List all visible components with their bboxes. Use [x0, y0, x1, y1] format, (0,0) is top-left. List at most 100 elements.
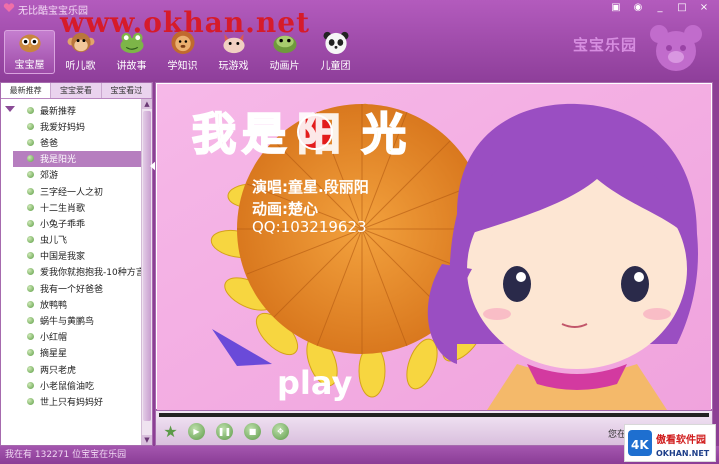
list-item[interactable]: 小兔子乖乖	[13, 215, 141, 231]
bullet-icon	[27, 106, 34, 114]
nav-item-stories[interactable]: 讲故事	[106, 30, 157, 74]
list-item-selected[interactable]: 我是阳光	[13, 150, 141, 167]
nav-label: 听儿歌	[65, 61, 96, 72]
lion-icon	[170, 30, 195, 55]
progress-bar[interactable]	[159, 413, 709, 417]
tab-latest[interactable]: 最新推荐	[1, 83, 52, 98]
bullet-icon	[27, 219, 34, 227]
brand-text: 宝宝乐园	[573, 36, 638, 54]
playlist-tree: 最新推荐 我爱好妈妈 爸爸 我是阳光 郊游 三字经一人之初 十二生肖歌 小兔子乖…	[1, 99, 152, 445]
panda-icon	[323, 31, 348, 55]
bullet-icon	[27, 317, 34, 325]
nav-label: 玩游戏	[218, 61, 249, 72]
bullet-icon	[27, 138, 34, 146]
site-badge: 4K 傲看软件园 OKHAN.NET	[624, 424, 716, 462]
nav-item-games[interactable]: 玩游戏	[208, 30, 259, 74]
stop-icon[interactable]: ■	[244, 423, 261, 440]
skin-button[interactable]: ▣	[609, 2, 623, 14]
list-item[interactable]: 我爱好妈妈	[13, 118, 141, 134]
nav-label: 讲故事	[116, 61, 147, 72]
list-item[interactable]: 虫儿飞	[13, 232, 141, 248]
close-button[interactable]: ×	[697, 2, 711, 14]
title-bar: 无比酷宝宝乐园 www.okhan.net ▣ ◉ _ □ × 宝宝屋 听儿歌	[0, 0, 719, 80]
nav-label: 学知识	[167, 61, 198, 72]
scroll-up-icon[interactable]: ▲	[142, 99, 152, 109]
badge-domain: OKHAN.NET	[656, 449, 710, 458]
nav-item-knowledge[interactable]: 学知识	[157, 30, 208, 74]
maximize-button[interactable]: □	[675, 2, 689, 14]
brand-logo: 宝宝乐园	[565, 24, 705, 74]
bullet-icon	[27, 397, 34, 405]
list-item[interactable]: 蜗牛与黄鹂鸟	[13, 312, 141, 328]
list-item[interactable]: 中国是我家	[13, 248, 141, 264]
video-area[interactable]: 我 是 阳 光 演唱:童星.段丽阳 动画:楚心 QQ:103219623 pla…	[157, 84, 711, 410]
online-count-text: 我在有 132271 位宝宝在乐园	[5, 450, 127, 460]
bullet-icon	[27, 381, 34, 389]
star-icon[interactable]: ★	[162, 423, 179, 440]
bullet-icon	[27, 203, 34, 211]
play-icon[interactable]: ▶	[188, 423, 205, 440]
status-bar: 我在有 132271 位宝宝在乐园	[0, 446, 719, 464]
main-nav: 宝宝屋 听儿歌 讲故事 学知识 玩游戏 动画片 儿童团	[4, 30, 361, 74]
list-item[interactable]: 最新推荐	[13, 102, 141, 118]
playlist-scrollbar[interactable]: ▲ ▼	[141, 99, 152, 445]
bullet-icon	[27, 300, 34, 308]
bullet-icon	[27, 333, 34, 341]
singer-credit: 演唱:童星.段丽阳	[252, 178, 369, 196]
bullet-icon	[27, 187, 34, 195]
minimize-button[interactable]: _	[653, 2, 667, 14]
list-item[interactable]: 小红帽	[13, 329, 141, 345]
list-item[interactable]: 世上只有妈妈好	[13, 393, 141, 409]
fullscreen-icon[interactable]: ✥	[272, 423, 289, 440]
nav-item-baby-house[interactable]: 宝宝屋	[4, 30, 55, 74]
tab-history[interactable]: 宝宝看过	[102, 83, 152, 98]
song-title: 我 是 阳 光	[191, 108, 407, 161]
nav-item-kids-group[interactable]: 儿童团	[310, 30, 361, 74]
bullet-icon	[27, 155, 34, 163]
pause-icon[interactable]: ❚❚	[216, 423, 233, 440]
nav-item-songs[interactable]: 听儿歌	[55, 30, 106, 74]
animation-credit: 动画:楚心	[252, 200, 318, 218]
title-char-4: 光	[362, 109, 406, 160]
bear-logo-icon	[650, 25, 702, 71]
playlist-items: 最新推荐 我爱好妈妈 爸爸 我是阳光 郊游 三字经一人之初 十二生肖歌 小兔子乖…	[13, 102, 145, 410]
list-item[interactable]: 爱我你就抱抱我-10种方言	[13, 264, 145, 280]
cat-icon	[222, 33, 245, 54]
playlist-panel: 最新推荐 宝宝爱看 宝宝看过 最新推荐 我爱好妈妈 爸爸 我是阳光 郊游 三字经…	[0, 82, 153, 446]
nav-label: 动画片	[269, 61, 300, 72]
bullet-icon	[27, 349, 34, 357]
bullet-icon	[27, 365, 34, 373]
bullet-icon	[27, 268, 34, 276]
window-controls: ▣ ◉ _ □ ×	[609, 2, 711, 14]
list-item[interactable]: 十二生肖歌	[13, 199, 141, 215]
turtle-icon	[272, 35, 297, 54]
heart-logo-icon	[3, 3, 15, 13]
bullet-icon	[27, 171, 34, 179]
list-item[interactable]: 放鸭鸭	[13, 296, 141, 312]
bullet-icon	[27, 284, 34, 292]
list-item[interactable]: 两只老虎	[13, 361, 141, 377]
list-item[interactable]: 三字经一人之初	[13, 183, 141, 199]
list-item[interactable]: 郊游	[13, 167, 141, 183]
frog-icon	[119, 32, 144, 54]
nav-item-cartoons[interactable]: 动画片	[259, 30, 310, 74]
list-item[interactable]: 我有一个好爸爸	[13, 280, 141, 296]
nav-label: 宝宝屋	[14, 60, 45, 71]
scroll-thumb[interactable]	[143, 111, 151, 421]
scroll-down-icon[interactable]: ▼	[142, 435, 152, 445]
badge-logo-icon: 4K	[631, 438, 649, 452]
play-overlay-label[interactable]: play	[277, 364, 352, 402]
title-char-2: 是	[242, 109, 286, 160]
owl-icon	[18, 34, 41, 53]
title-char-3: 阳	[297, 109, 341, 160]
playlist-tabs: 最新推荐 宝宝爱看 宝宝看过	[1, 83, 152, 99]
tab-favorites[interactable]: 宝宝爱看	[51, 83, 102, 98]
badge-brand: 傲看软件园	[656, 433, 706, 446]
qq-credit: QQ:103219623	[252, 218, 367, 236]
list-item[interactable]: 爸爸	[13, 134, 141, 150]
list-item[interactable]: 摘星星	[13, 345, 141, 361]
list-item[interactable]: 小老鼠偷油吃	[13, 377, 141, 393]
bullet-icon	[27, 122, 34, 130]
nav-label: 儿童团	[320, 61, 351, 72]
chat-button[interactable]: ◉	[631, 2, 645, 14]
